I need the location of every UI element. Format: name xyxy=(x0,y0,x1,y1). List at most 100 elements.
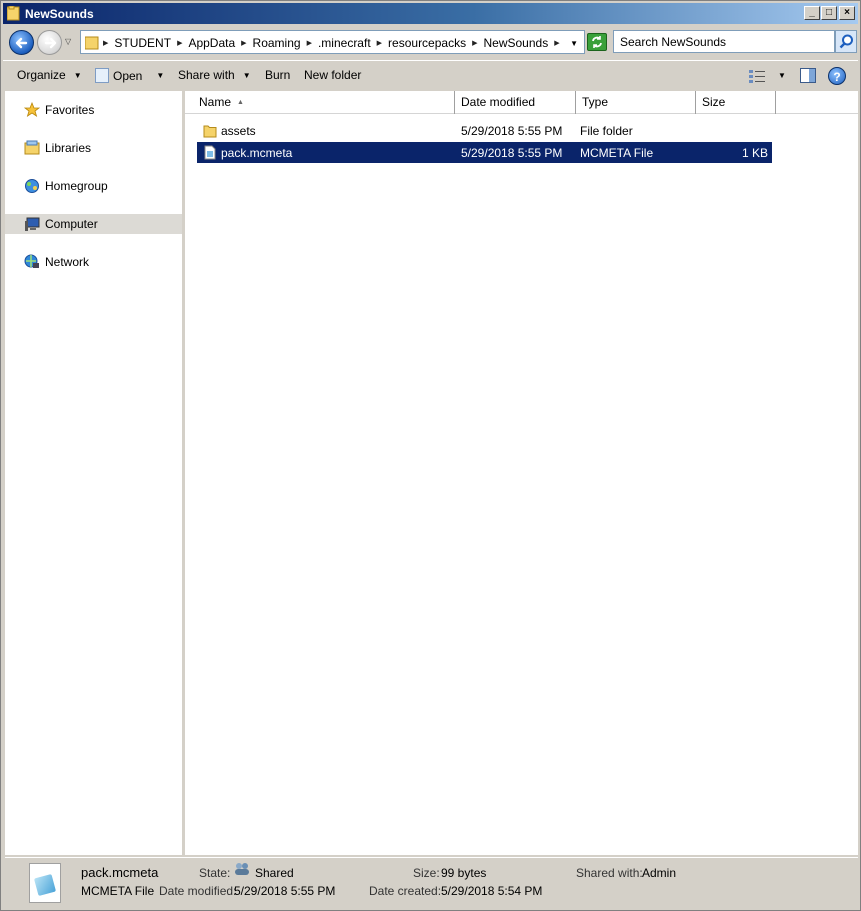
folder-icon xyxy=(7,6,20,21)
file-type: File folder xyxy=(580,124,633,138)
search-input[interactable] xyxy=(620,35,820,49)
minimize-button[interactable]: _ xyxy=(804,6,820,20)
details-shared-with-value: Admin xyxy=(642,866,677,880)
view-options-dropdown-icon[interactable]: ▼ xyxy=(778,71,786,80)
refresh-button[interactable] xyxy=(587,33,607,51)
column-header-row: Name ▲ Date modified Type Size xyxy=(185,91,858,114)
organize-label: Organize xyxy=(17,68,66,82)
file-name: assets xyxy=(221,124,256,138)
nav-item-label: Libraries xyxy=(45,141,92,155)
file-name: pack.mcmeta xyxy=(221,146,293,160)
column-header-label: Name xyxy=(199,95,232,109)
details-pane: pack.mcmeta MCMETA File State: Shared Da… xyxy=(5,857,858,908)
file-date-modified: 5/29/2018 5:55 PM xyxy=(461,146,563,160)
breadcrumb-item[interactable]: ▶ AppData xyxy=(177,36,235,50)
chevron-down-icon: ▼ xyxy=(73,70,82,80)
star-icon xyxy=(23,102,41,118)
chevron-down-icon: ▼ xyxy=(242,70,251,80)
nav-item-label: Computer xyxy=(45,217,98,231)
column-header-type[interactable]: Type xyxy=(576,91,696,114)
folder-icon xyxy=(85,36,99,50)
column-header-size[interactable]: Size xyxy=(696,91,776,114)
open-label: Open xyxy=(113,68,143,83)
details-date-created-value: 5/29/2018 5:54 PM xyxy=(441,884,543,898)
details-shared-with-label: Shared with: xyxy=(576,866,643,880)
refresh-icon xyxy=(592,36,602,48)
file-size: 1 KB xyxy=(741,146,768,160)
navigation-pane: Favorites Libraries Homegroup Computer N… xyxy=(5,91,182,855)
details-date-created-label: Date created: xyxy=(369,884,442,898)
details-size-label: Size: xyxy=(413,866,440,880)
recent-pages-dropdown-icon[interactable]: ▽ xyxy=(65,37,71,46)
explorer-window: NewSounds _ □ × ▽ ▶ STUDENT ▶ AppData ▶ Roa… xyxy=(0,0,861,911)
share-with-button[interactable]: Share with ▼ xyxy=(178,68,251,82)
nav-item-network[interactable]: Network xyxy=(5,252,182,272)
sort-ascending-icon: ▲ xyxy=(237,99,244,106)
nav-item-favorites[interactable]: Favorites xyxy=(5,100,182,120)
breadcrumb: ▶ STUDENT ▶ AppData ▶ Roaming ▶ .minecraft ▶… xyxy=(103,36,572,50)
details-size-value: 99 bytes xyxy=(441,866,487,880)
search-box[interactable] xyxy=(613,30,835,53)
column-header-name[interactable]: Name ▲ xyxy=(193,91,455,114)
share-with-label: Share with xyxy=(178,68,235,82)
address-bar[interactable]: ▶ STUDENT ▶ AppData ▶ Roaming ▶ .minecraft ▶… xyxy=(80,30,585,54)
file-row-pack-mcmeta[interactable]: pack.mcmeta 5/29/2018 5:55 PM MCMETA Fil… xyxy=(197,142,772,163)
column-header-label: Date modified xyxy=(461,95,536,109)
help-icon[interactable]: ? xyxy=(828,67,846,85)
column-header-label: Size xyxy=(702,95,726,109)
nav-item-libraries[interactable]: Libraries xyxy=(5,138,182,158)
address-row: ▽ ▶ STUDENT ▶ AppData ▶ Roaming ▶ .minecraft… xyxy=(3,25,858,58)
maximize-button[interactable]: □ xyxy=(821,6,837,20)
breadcrumb-item[interactable]: ▶ Roaming xyxy=(241,36,300,50)
command-bar: Organize ▼ Open ▼ Share with ▼ Burn New … xyxy=(3,60,858,90)
computer-icon xyxy=(23,216,41,232)
folder-icon xyxy=(203,125,217,138)
file-thumbnail xyxy=(29,863,61,903)
homegroup-icon xyxy=(23,178,41,194)
shared-users-icon xyxy=(235,863,249,875)
details-file-type: MCMETA File xyxy=(81,884,155,898)
window-title: NewSounds xyxy=(25,7,94,21)
network-icon xyxy=(23,254,41,270)
details-date-modified-label: Date modified: xyxy=(159,884,237,898)
column-header-label: Type xyxy=(582,95,609,109)
title-bar[interactable]: NewSounds _ □ × xyxy=(3,3,858,24)
breadcrumb-item[interactable]: ▶ NewSounds ▶ xyxy=(472,36,566,50)
file-row-assets[interactable]: assets 5/29/2018 5:55 PM File folder xyxy=(197,120,772,141)
nav-item-computer[interactable]: Computer xyxy=(5,214,182,234)
back-button[interactable] xyxy=(9,30,34,55)
details-file-name: pack.mcmeta xyxy=(81,865,159,880)
forward-arrow-icon xyxy=(44,37,57,49)
new-folder-label: New folder xyxy=(304,68,362,82)
nav-item-homegroup[interactable]: Homegroup xyxy=(5,176,182,196)
nav-item-label: Network xyxy=(45,255,90,269)
search-icon xyxy=(839,34,853,49)
open-icon xyxy=(95,68,109,83)
organize-button[interactable]: Organize ▼ xyxy=(17,68,82,82)
burn-label: Burn xyxy=(265,68,291,82)
file-type: MCMETA File xyxy=(580,146,654,160)
file-list-pane: Name ▲ Date modified Type Size assets 5/2… xyxy=(185,91,858,855)
preview-pane-icon[interactable] xyxy=(800,68,816,83)
change-view-icon[interactable] xyxy=(749,69,767,83)
breadcrumb-item[interactable]: ▶ .minecraft xyxy=(307,36,371,50)
libraries-icon xyxy=(23,140,41,156)
nav-item-label: Homegroup xyxy=(45,179,108,193)
details-state-label: State: xyxy=(199,866,231,880)
burn-button[interactable]: Burn xyxy=(265,68,290,82)
breadcrumb-item[interactable]: ▶ STUDENT xyxy=(103,36,171,50)
open-button[interactable]: Open ▼ xyxy=(95,68,164,83)
file-icon xyxy=(204,145,216,160)
breadcrumb-item[interactable]: ▶ resourcepacks xyxy=(377,36,466,50)
forward-button[interactable] xyxy=(37,30,62,55)
chevron-down-icon: ▼ xyxy=(156,71,165,80)
file-date-modified: 5/29/2018 5:55 PM xyxy=(461,124,563,138)
nav-item-label: Favorites xyxy=(45,103,95,117)
address-dropdown-icon[interactable]: ▼ xyxy=(570,39,578,48)
details-date-modified-value: 5/29/2018 5:55 PM xyxy=(234,884,336,898)
search-button[interactable] xyxy=(835,30,857,53)
back-arrow-icon xyxy=(15,37,28,49)
column-header-date-modified[interactable]: Date modified xyxy=(455,91,576,114)
new-folder-button[interactable]: New folder xyxy=(304,68,361,82)
close-button[interactable]: × xyxy=(839,6,855,20)
